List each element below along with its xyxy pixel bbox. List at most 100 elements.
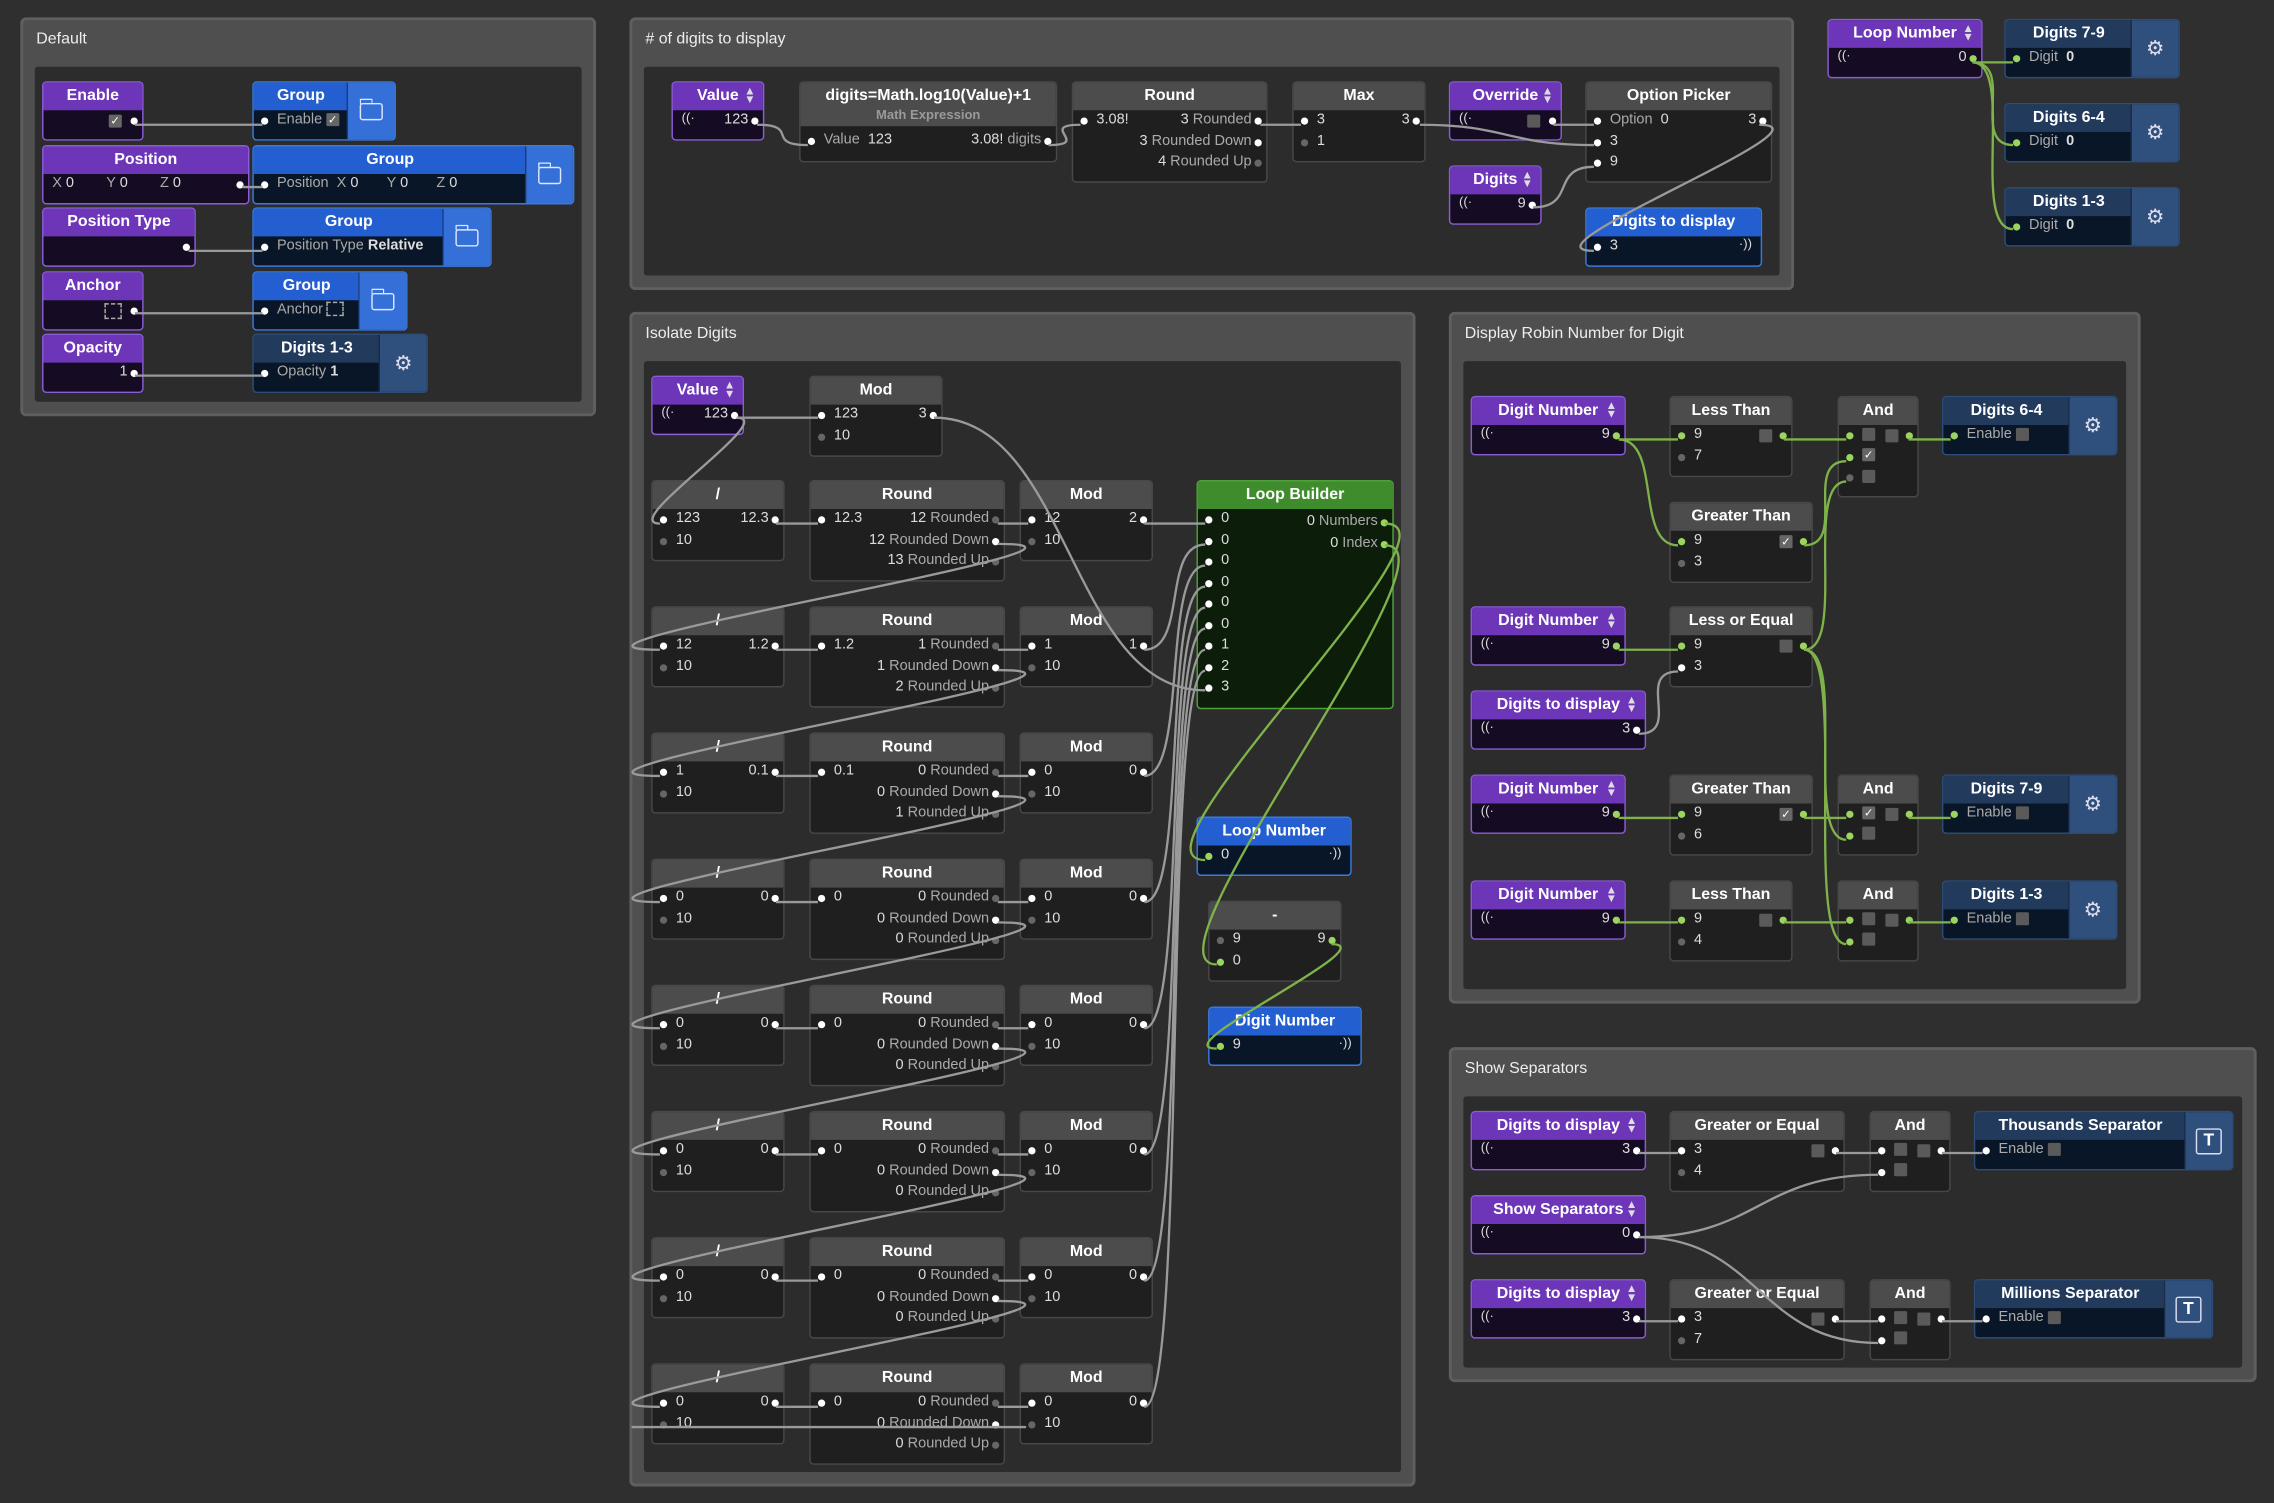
- result-checkbox[interactable]: [1917, 1312, 1931, 1326]
- output-port[interactable]: [771, 894, 779, 903]
- stepper-arrows-icon[interactable]: ▲ ▼: [1962, 22, 1973, 42]
- layer-digits-1-3[interactable]: Digits 1-3 Digit 0 ⚙: [2004, 187, 2180, 247]
- output-port[interactable]: [1254, 138, 1262, 146]
- input-port[interactable]: [1205, 684, 1213, 692]
- group-anchor-node[interactable]: Group Anchor: [252, 271, 408, 331]
- stepper-arrows-icon[interactable]: ▲ ▼: [1626, 1115, 1637, 1135]
- input-port[interactable]: [659, 1273, 668, 1281]
- stepper-arrows-icon[interactable]: ▲ ▼: [1606, 884, 1617, 904]
- output-port[interactable]: [771, 642, 779, 650]
- input-port[interactable]: [1677, 916, 1686, 924]
- group-position-node[interactable]: Group Position X 0 Y 0 Z 0: [252, 145, 575, 205]
- input-port[interactable]: [659, 915, 668, 924]
- input-port[interactable]: [1205, 852, 1213, 861]
- input-port[interactable]: [1950, 916, 1958, 924]
- input-port[interactable]: [1216, 936, 1225, 945]
- input-port[interactable]: [1216, 1042, 1225, 1051]
- anchor-grid-icon[interactable]: [104, 303, 122, 320]
- input-checkbox[interactable]: [1862, 933, 1876, 947]
- result-checkbox[interactable]: [1759, 429, 1773, 443]
- input-port[interactable]: [1846, 916, 1854, 924]
- input-checkbox[interactable]: [1894, 1310, 1908, 1324]
- input-port[interactable]: [1677, 663, 1686, 671]
- result-checkbox[interactable]: [1779, 639, 1793, 653]
- input-checkbox[interactable]: [1894, 1163, 1908, 1177]
- digit-number-node-3[interactable]: Digit Number ▲ ▼ ((· 9: [1470, 774, 1626, 834]
- input-port[interactable]: [1878, 1147, 1886, 1155]
- position-node[interactable]: Position X 0 Y 0 Z 0: [42, 145, 250, 205]
- input-port[interactable]: [659, 1021, 668, 1029]
- output-port[interactable]: [1759, 117, 1767, 125]
- layer-digits-7-9[interactable]: Digits 7-9 Digit 0 ⚙: [2004, 18, 2180, 79]
- input-port[interactable]: [2013, 223, 2021, 231]
- input-port[interactable]: [1080, 117, 1088, 125]
- result-checkbox[interactable]: ✓: [1779, 807, 1793, 821]
- stepper-arrows-icon[interactable]: ▲ ▼: [1606, 400, 1617, 420]
- output-port[interactable]: [1779, 916, 1787, 924]
- input-port[interactable]: [1846, 810, 1854, 818]
- less-than-node-2[interactable]: Less Than 9 4: [1669, 880, 1793, 962]
- input-port[interactable]: [659, 1147, 668, 1155]
- output-port[interactable]: [1412, 117, 1420, 125]
- text-layer-icon[interactable]: T: [2195, 1127, 2222, 1154]
- input-port[interactable]: [659, 894, 668, 903]
- input-port[interactable]: [659, 516, 668, 524]
- output-port[interactable]: [130, 307, 138, 315]
- output-port[interactable]: [992, 789, 1000, 797]
- input-port[interactable]: [1846, 453, 1854, 461]
- less-or-equal-node[interactable]: Less or Equal 9 3: [1669, 606, 1813, 688]
- position-type-value[interactable]: Relative: [368, 238, 424, 254]
- group-position-type-node[interactable]: Group Position Type Relative: [252, 207, 492, 267]
- greater-than-node-2[interactable]: Greater Than 9 ✓ 6: [1669, 774, 1813, 856]
- round-node[interactable]: Round 12.3 12 Rounded 12 Rounded Down 13 Rou…: [809, 480, 1006, 582]
- output-port[interactable]: [992, 1168, 1000, 1176]
- thousands-separator-layer[interactable]: Thousands Separator Enable T: [1973, 1110, 2234, 1171]
- greater-or-equal-node-2[interactable]: Greater or Equal 3 7: [1669, 1279, 1845, 1361]
- output-port[interactable]: [992, 1273, 1000, 1281]
- output-port[interactable]: [1779, 432, 1787, 440]
- mod-node[interactable]: Mod 1 1 10: [1019, 606, 1153, 688]
- divide-node[interactable]: /0 0 10: [651, 1363, 785, 1445]
- input-port[interactable]: [817, 894, 826, 903]
- output-port[interactable]: [236, 181, 244, 189]
- input-checkbox[interactable]: [1862, 427, 1876, 441]
- input-port[interactable]: [1028, 663, 1036, 671]
- output-port[interactable]: [130, 369, 138, 378]
- divide-node[interactable]: /12 1.2 10: [651, 606, 785, 688]
- output-port[interactable]: [992, 1063, 1000, 1071]
- input-port[interactable]: [1205, 579, 1213, 587]
- input-port[interactable]: [1028, 1042, 1036, 1050]
- input-checkbox[interactable]: ✓: [1862, 806, 1876, 820]
- input-port[interactable]: [659, 1168, 668, 1176]
- output-port[interactable]: [730, 411, 739, 420]
- text-layer-icon[interactable]: T: [2175, 1295, 2202, 1322]
- output-port[interactable]: [1937, 1315, 1945, 1323]
- input-port[interactable]: [817, 432, 826, 441]
- stepper-arrows-icon[interactable]: ▲ ▼: [1606, 778, 1617, 798]
- input-port[interactable]: [1593, 117, 1602, 125]
- enable-node[interactable]: Enable ✓: [42, 81, 144, 141]
- folder-icon[interactable]: [455, 224, 479, 246]
- input-port[interactable]: [1982, 1147, 1990, 1155]
- input-port[interactable]: [659, 1294, 668, 1302]
- stepper-arrows-icon[interactable]: ▲ ▼: [1521, 169, 1532, 189]
- output-port[interactable]: [182, 243, 190, 251]
- output-port[interactable]: [992, 1399, 1000, 1407]
- round-node[interactable]: Round 0 0 Rounded 0 Rounded Down 0 Rounded U…: [809, 1110, 1006, 1213]
- input-port[interactable]: [1878, 1315, 1886, 1323]
- digits-to-display-node-robin[interactable]: Digits to display ▲ ▼ ((· 3: [1470, 690, 1647, 750]
- round-node[interactable]: Round 0.1 0 Rounded 0 Rounded Down 1 Rounded…: [809, 732, 1006, 834]
- input-checkbox[interactable]: ✓: [1862, 448, 1876, 462]
- input-port[interactable]: [1028, 768, 1036, 776]
- output-port[interactable]: [1139, 516, 1148, 524]
- divide-node[interactable]: /0 0 10: [651, 858, 785, 940]
- gear-icon[interactable]: ⚙: [2084, 792, 2102, 817]
- output-port[interactable]: [771, 1399, 779, 1407]
- patch-editor-canvas[interactable]: Default # of digits to display Isolate D…: [0, 0, 2274, 1503]
- input-port[interactable]: [817, 1147, 826, 1155]
- input-port[interactable]: [1205, 621, 1213, 629]
- output-port[interactable]: [1380, 519, 1388, 527]
- input-port[interactable]: [1677, 1147, 1686, 1155]
- enable-checkbox[interactable]: [2015, 912, 2029, 926]
- iso-loop-number-node[interactable]: Loop Number 0 ·)): [1196, 816, 1352, 876]
